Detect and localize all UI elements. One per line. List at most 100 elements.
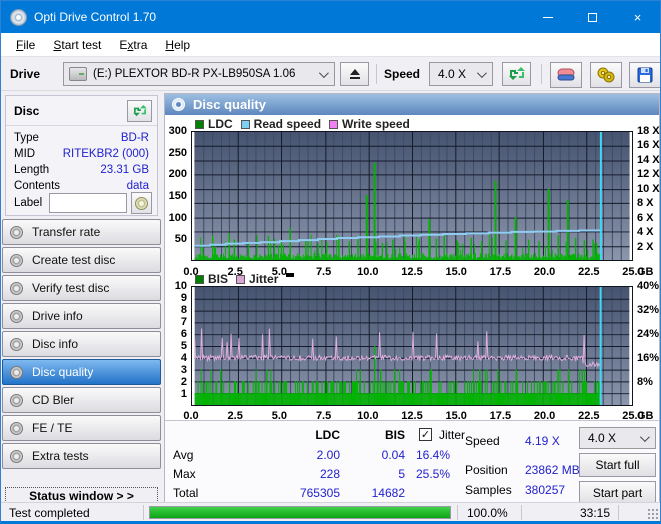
y-axis-tick: 5 [180, 340, 187, 352]
sidebar-item-disc-quality[interactable]: Disc quality [2, 359, 161, 385]
disc-icon [10, 225, 23, 239]
y-axis-tick: 7 [180, 316, 187, 328]
save-button[interactable] [629, 62, 660, 88]
sidebar-item-drive-info[interactable]: Drive info [2, 303, 161, 329]
disc-panel-title: Disc [14, 104, 40, 118]
y2-axis-tick: 14 X [637, 153, 660, 166]
x-axis-tick: 15.0 [445, 266, 467, 278]
stats-panel: LDC BIS ✓ Jitter Avg 2.00 0.04 16.4% Max 228 5… [165, 420, 659, 508]
top-chart-legend: LDC Read speed Write speed [187, 117, 410, 131]
legend-swatch [236, 274, 246, 284]
gold-discs-icon [597, 67, 615, 83]
erase-disc-button[interactable] [550, 62, 582, 88]
disc-quality-panel: Disc quality LDC Read speed Write speed 30… [164, 93, 660, 508]
y-axis-tick: 8 [180, 304, 187, 316]
menu-item-file[interactable]: File [7, 35, 44, 55]
panel-header: Disc quality [165, 94, 659, 115]
x-axis-tick: 20.0 [533, 266, 556, 278]
menu-item-extra[interactable]: Extra [110, 35, 156, 55]
toolbar: Drive (E:) PLEXTOR BD-R PX-LB950SA 1.06 … [1, 57, 660, 91]
jitter-checkbox[interactable]: ✓ [419, 428, 432, 441]
sidebar-item-transfer-rate[interactable]: Transfer rate [2, 219, 161, 245]
sidebar-item-cd-bler[interactable]: CD Bler [2, 387, 161, 413]
x-axis-tick: 12.5 [401, 266, 423, 278]
test-speed-select[interactable]: 4.0 X [579, 427, 656, 449]
sidebar-item-label: CD Bler [32, 393, 75, 407]
y-axis-tick: 100 [168, 211, 187, 224]
stat-bis-value: 14682 [371, 486, 405, 500]
x-axis-tick: 17.5 [489, 266, 512, 278]
menu-bar: File Start test Extra Help [1, 33, 660, 57]
menu-item-help[interactable]: Help [156, 35, 199, 55]
minimize-button[interactable] [525, 1, 570, 33]
disc-refresh-button[interactable] [127, 100, 152, 122]
disc-panel: Disc Type BD-R MID RITEKBR2 (000) Length 23.3… [5, 95, 158, 216]
y2-axis-tick: 2 X [637, 240, 654, 253]
speed-select[interactable]: 4.0 X [429, 62, 493, 86]
divider [457, 505, 458, 520]
sidebar-item-create-test-disc[interactable]: Create test disc [2, 247, 161, 273]
disc-icon [172, 98, 185, 111]
bottom-chart-legend: BIS Jitter [187, 272, 295, 286]
disc-label-button[interactable] [131, 192, 152, 214]
speed-select-value: 4.0 X [438, 67, 467, 81]
stat-ldc-value: 228 [319, 467, 340, 481]
app-window: Opti Drive Control 1.70 × File Start test… [0, 0, 661, 524]
toolbar-separator [376, 64, 377, 84]
progress-fill [150, 507, 450, 518]
y2-axis-tick: 32% [637, 304, 660, 316]
sidebar-item-fe-te[interactable]: FE / TE [2, 415, 161, 441]
legend-label: BIS [208, 272, 229, 286]
label-input[interactable] [49, 193, 128, 213]
chevron-down-icon [318, 67, 329, 78]
status-bar: Test completed 100.0% 33:15 [1, 502, 660, 521]
stat-ldc-value: 2.00 [316, 448, 340, 462]
divider [618, 505, 619, 520]
y2-axis-tick: 10 X [637, 182, 660, 195]
refresh-icon [132, 105, 147, 117]
y2-axis-tick: 8% [637, 376, 653, 388]
eject-button[interactable] [340, 62, 369, 86]
legend-marker [286, 273, 295, 277]
y2-axis-tick: 16 X [637, 139, 660, 152]
start-full-button[interactable]: Start full [579, 453, 656, 477]
disc-icon [10, 337, 23, 351]
app-icon [10, 8, 27, 26]
close-icon: × [633, 9, 642, 25]
sidebar-item-label: Disc quality [32, 365, 94, 379]
stats-col-ldc: LDC [315, 428, 340, 442]
y-axis-tick: 50 [174, 233, 187, 246]
stats-col-bis: BIS [384, 428, 405, 442]
sidebar-item-verify-test-disc[interactable]: Verify test disc [2, 275, 161, 301]
speed-label: Speed [384, 67, 421, 81]
field-value: BD-R [120, 132, 149, 144]
compare-discs-button[interactable] [590, 62, 622, 88]
sidebar-item-label: Verify test disc [32, 281, 110, 295]
disc-icon [10, 365, 23, 379]
progress-bar [149, 506, 451, 519]
field-label: Length [14, 164, 50, 176]
resize-grip[interactable] [648, 509, 658, 519]
sidebar-item-label: Extra tests [32, 449, 89, 463]
field-value: RITEKBR2 (000) [62, 148, 149, 160]
maximize-button[interactable] [570, 1, 615, 33]
drive-select-value: (E:) PLEXTOR BD-R PX-LB950SA 1.06 [93, 68, 296, 80]
sidebar-item-label: Transfer rate [32, 225, 101, 239]
y-axis-tick: 10 [174, 280, 187, 292]
sidebar-item-disc-info[interactable]: Disc info [2, 331, 161, 357]
label-field-caption: Label [14, 197, 43, 209]
legend-swatch [240, 119, 250, 129]
stat-jitter-value: 25.5% [415, 467, 450, 481]
y2-axis-tick: 40% [637, 280, 660, 292]
sidebar-item-extra-tests[interactable]: Extra tests [2, 443, 161, 469]
refresh-button[interactable] [502, 62, 531, 86]
refresh-icon [508, 67, 525, 80]
drive-select[interactable]: (E:) PLEXTOR BD-R PX-LB950SA 1.06 [63, 62, 335, 86]
close-button[interactable]: × [615, 1, 660, 33]
field-label: MID [14, 148, 36, 160]
menu-item-start-test[interactable]: Start test [44, 35, 110, 55]
y2-axis-tick: 12 X [637, 168, 660, 181]
y-axis-tick: 4 [180, 352, 187, 364]
save-icon [637, 67, 653, 83]
panel-title: Disc quality [193, 97, 266, 112]
